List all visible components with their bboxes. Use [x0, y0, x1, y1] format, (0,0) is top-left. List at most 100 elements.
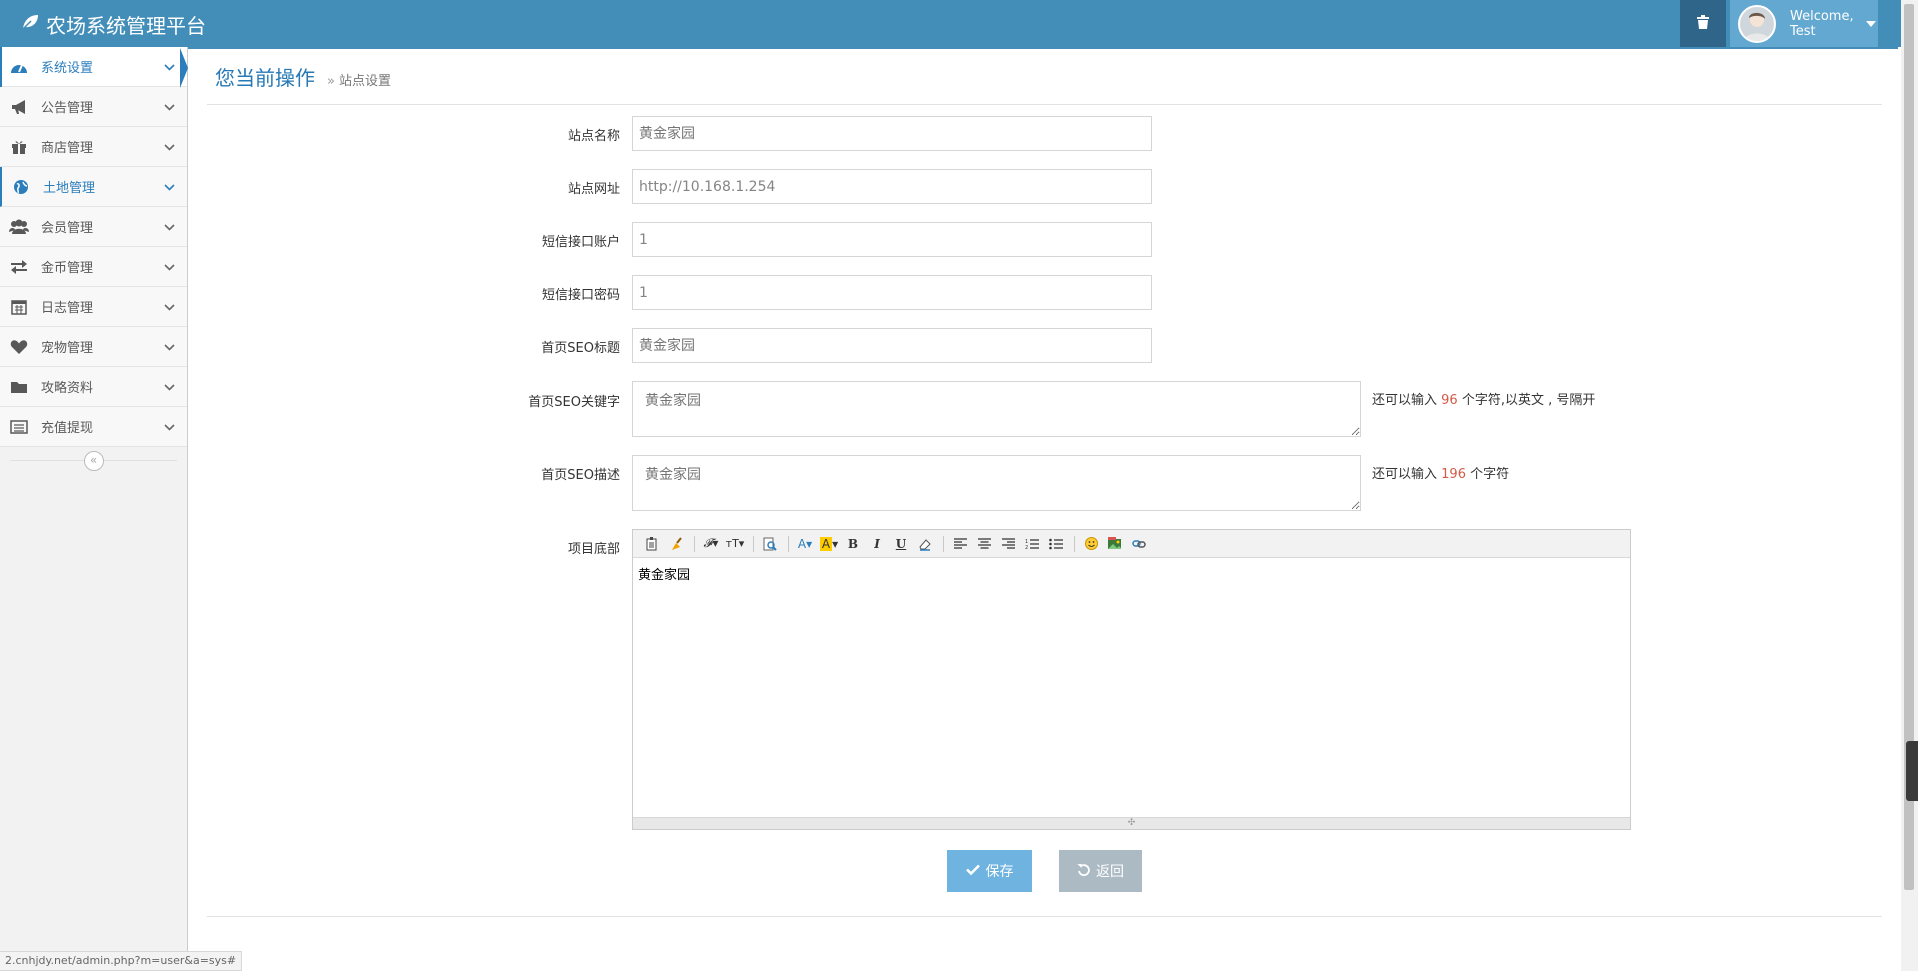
eraser-icon[interactable]: [914, 534, 936, 554]
image-icon[interactable]: [1104, 534, 1126, 554]
sidebar-item-announcements[interactable]: 公告管理: [0, 87, 187, 127]
preview-icon[interactable]: [759, 534, 781, 554]
footer-label: 项目底部: [567, 542, 620, 557]
page-title: 您当前操作: [215, 66, 315, 90]
sms-password-input[interactable]: [632, 275, 1152, 310]
seo-title-input[interactable]: [632, 328, 1152, 363]
sidebar-item-pets[interactable]: 宠物管理: [0, 327, 187, 367]
sidebar-item-label: 金币管理: [41, 261, 94, 276]
align-right-icon[interactable]: [997, 534, 1019, 554]
chevron-down-icon: [164, 380, 175, 395]
sidebar-item-label: 宠物管理: [41, 341, 94, 356]
sidebar-item-label: 充值提现: [41, 421, 94, 436]
back-button[interactable]: 返回: [1059, 850, 1142, 892]
chevron-down-icon: [164, 100, 175, 115]
chevron-down-icon: [164, 340, 175, 355]
font-color-icon[interactable]: A▾: [794, 534, 816, 554]
active-item-pointer: [180, 48, 188, 88]
side-widget-tab[interactable]: [1906, 741, 1918, 801]
dashboard-icon: [9, 57, 29, 77]
sidebar-item-label: 攻略资料: [41, 381, 94, 396]
gift-icon: [9, 137, 29, 157]
sidebar-item-recharge[interactable]: 充值提现: [0, 407, 187, 447]
align-center-icon[interactable]: [973, 534, 995, 554]
sidebar: 系统设置 公告管理 商店管理 土地管理 会员管理 金币管理 日志管理 宠物管理: [0, 47, 188, 971]
toolbar-separator: [943, 535, 944, 552]
unordered-list-icon[interactable]: [1045, 534, 1067, 554]
hint-suffix: 个字符: [1470, 467, 1510, 482]
sidebar-item-land[interactable]: 土地管理: [0, 167, 187, 207]
clear-format-icon[interactable]: [665, 534, 687, 554]
sms-account-input[interactable]: [632, 222, 1152, 257]
sidebar-item-guides[interactable]: 攻略资料: [0, 367, 187, 407]
editor-content-area[interactable]: 黄金家园: [633, 558, 1630, 820]
divider: [207, 916, 1882, 917]
highlight-icon[interactable]: A ▾: [818, 534, 840, 554]
link-icon[interactable]: [1128, 534, 1150, 554]
align-left-icon[interactable]: [949, 534, 971, 554]
status-bar-url: 2.cnhjdy.net/admin.php?m=user&a=sys#: [0, 951, 243, 971]
bullhorn-icon: [9, 97, 29, 117]
toolbar-separator: [788, 535, 789, 552]
hint-prefix: 还可以输入: [1372, 467, 1438, 482]
site-url-label: 站点网址: [567, 182, 620, 197]
trash-button[interactable]: [1680, 0, 1726, 47]
seo-description-textarea[interactable]: [632, 455, 1361, 511]
site-url-input[interactable]: [632, 169, 1152, 204]
seo-keywords-label: 首页SEO关键字: [528, 395, 620, 410]
editor-toolbar: 𝓕▾ тT▾ A▾ A ▾ B I U 12: [633, 530, 1630, 558]
font-family-icon[interactable]: 𝓕▾: [700, 534, 722, 554]
toolbar-separator: [694, 535, 695, 552]
header-divider: [188, 47, 1898, 49]
hint-suffix: 个字符,以英文 , 号隔开: [1461, 393, 1596, 408]
underline-icon[interactable]: U: [890, 534, 912, 554]
collapse-sidebar-button[interactable]: «: [83, 451, 104, 471]
hint-prefix: 还可以输入: [1372, 393, 1438, 408]
user-menu[interactable]: Welcome, Test: [1730, 0, 1878, 47]
sidebar-item-label: 公告管理: [41, 101, 94, 116]
sidebar-item-logs[interactable]: 日志管理: [0, 287, 187, 327]
sidebar-collapse-bar: «: [0, 447, 187, 475]
save-button[interactable]: 保存: [947, 850, 1032, 892]
chevron-down-icon: [164, 420, 175, 435]
sidebar-item-members[interactable]: 会员管理: [0, 207, 187, 247]
site-name-label: 站点名称: [567, 129, 620, 144]
top-navbar: 农场系统管理平台 Welcome, Test: [0, 0, 1918, 47]
calendar-icon: [9, 297, 29, 317]
sidebar-item-label: 商店管理: [41, 141, 94, 156]
bold-icon[interactable]: B: [842, 534, 864, 554]
brand[interactable]: 农场系统管理平台: [20, 10, 206, 39]
hint-count: 196: [1441, 467, 1466, 482]
check-icon: [965, 863, 980, 879]
chevron-down-icon: [164, 220, 175, 235]
globe-icon: [11, 177, 31, 197]
editor-resize-handle[interactable]: ✣: [633, 817, 1630, 829]
site-name-input[interactable]: [632, 116, 1152, 151]
hint-count: 96: [1441, 393, 1458, 408]
welcome-text: Welcome, Test: [1790, 9, 1854, 39]
caret-down-icon: [1865, 16, 1876, 31]
font-size-icon[interactable]: тT▾: [724, 534, 746, 554]
svg-text:2: 2: [1025, 545, 1028, 550]
footer-editor: 𝓕▾ тT▾ A▾ A ▾ B I U 12 黄金家园 ✣: [632, 529, 1631, 830]
sidebar-item-label: 系统设置: [41, 61, 94, 76]
breadcrumb-current: 站点设置: [338, 74, 391, 89]
vertical-scrollbar[interactable]: [1901, 0, 1918, 971]
folder-icon: [9, 377, 29, 397]
chevron-down-icon: [164, 60, 175, 75]
sidebar-item-system-settings[interactable]: 系统设置: [0, 47, 187, 87]
seo-title-label: 首页SEO标题: [541, 341, 620, 356]
ordered-list-icon[interactable]: 12: [1021, 534, 1043, 554]
sidebar-item-label: 会员管理: [41, 221, 94, 236]
seo-keywords-textarea[interactable]: [632, 381, 1361, 437]
divider: [207, 104, 1882, 105]
sidebar-item-coins[interactable]: 金币管理: [0, 247, 187, 287]
list-icon: [9, 417, 29, 437]
emoticon-icon[interactable]: [1080, 534, 1102, 554]
italic-icon[interactable]: I: [866, 534, 888, 554]
toolbar-separator: [1074, 535, 1075, 552]
sidebar-item-shop[interactable]: 商店管理: [0, 127, 187, 167]
users-icon: [9, 217, 29, 237]
paste-icon[interactable]: [641, 534, 663, 554]
sidebar-item-label: 土地管理: [43, 181, 96, 196]
